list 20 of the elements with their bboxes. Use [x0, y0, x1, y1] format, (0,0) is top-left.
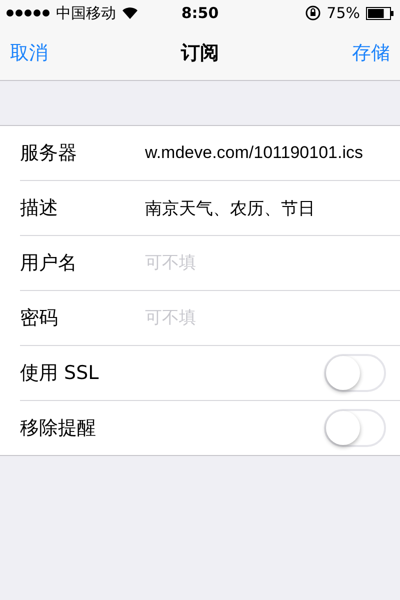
input-field[interactable]: 南京天气、农历、节日 — [145, 198, 386, 218]
row-label: 描述 — [20, 196, 59, 221]
rotation-lock-icon — [304, 5, 321, 21]
input-field[interactable]: 可不填 — [145, 308, 386, 328]
input-field[interactable]: w.mdeve.com/101190101.ics — [145, 143, 386, 163]
row-label: 用户名 — [20, 251, 78, 276]
toggle-switch[interactable] — [324, 354, 386, 392]
status-time: 8:50 — [181, 4, 219, 22]
row-label: 密码 — [20, 306, 59, 331]
row-label: 移除提醒 — [20, 416, 97, 441]
toggle-switch[interactable] — [324, 409, 386, 447]
wifi-icon — [122, 7, 138, 19]
battery-icon — [366, 6, 394, 20]
row-label: 服务器 — [20, 141, 78, 166]
nav-title: 订阅 — [181, 41, 219, 66]
input-field[interactable]: 可不填 — [145, 253, 386, 273]
signal-icon — [6, 9, 50, 17]
row-label: 使用 SSL — [20, 361, 100, 386]
battery-percent: 75% — [326, 4, 360, 22]
carrier-name: 中国移动 — [56, 4, 116, 22]
